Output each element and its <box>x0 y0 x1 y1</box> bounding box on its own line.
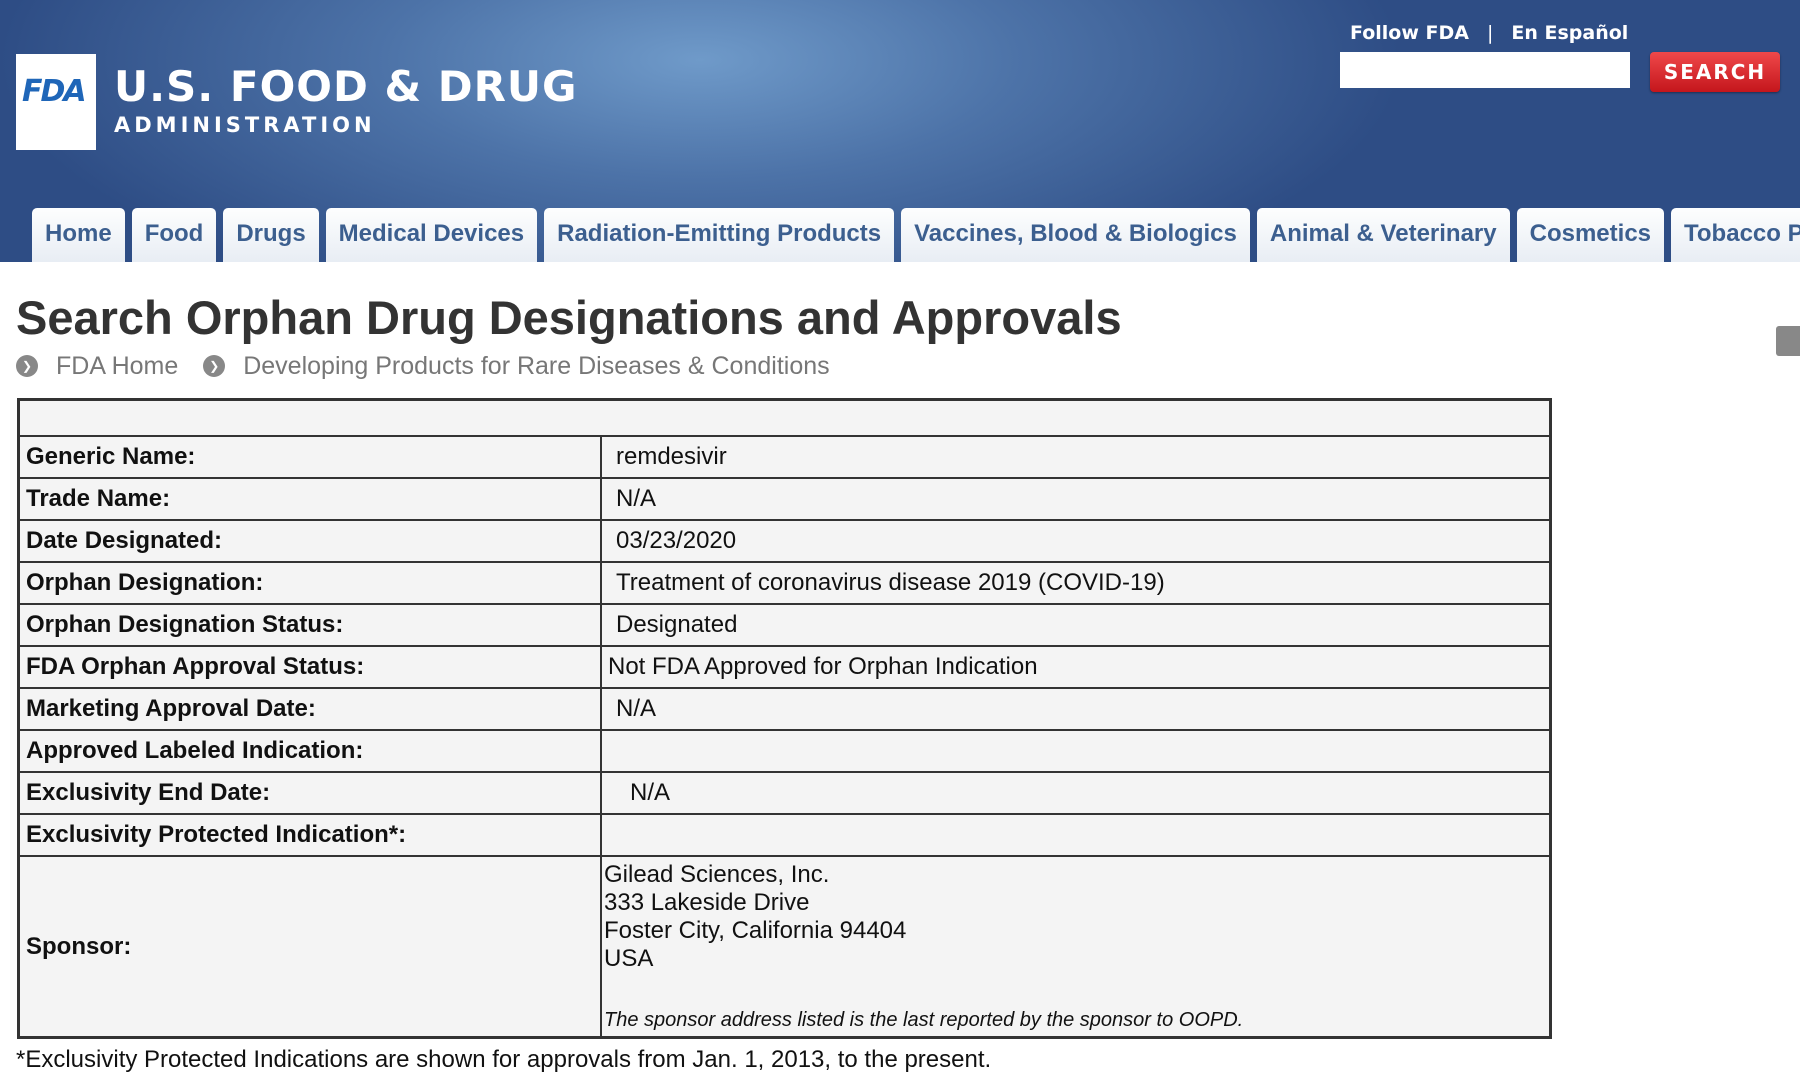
row-label: Trade Name: <box>19 478 601 520</box>
top-links: Follow FDA | En Español <box>1350 22 1628 44</box>
table-header-cell <box>19 400 1550 436</box>
table-row: Exclusivity End Date: N/A <box>19 772 1550 814</box>
row-label: Date Designated: <box>19 520 601 562</box>
row-label: Exclusivity End Date: <box>19 772 601 814</box>
tab-animal-veterinary[interactable]: Animal & Veterinary <box>1256 208 1510 262</box>
sponsor-row: Sponsor: Gilead Sciences, Inc. 333 Lakes… <box>19 856 1550 1037</box>
row-label: Orphan Designation Status: <box>19 604 601 646</box>
fda-logo-text: FDA <box>22 74 87 109</box>
row-value <box>601 730 1550 772</box>
agency-subtitle: ADMINISTRATION <box>114 113 376 137</box>
table-row: FDA Orphan Approval Status: Not FDA Appro… <box>19 646 1550 688</box>
table-row: Orphan Designation: Treatment of coronavi… <box>19 562 1550 604</box>
breadcrumb-rare-diseases[interactable]: Developing Products for Rare Diseases & … <box>243 352 829 381</box>
agency-name[interactable]: U.S. FOOD & DRUG <box>114 62 578 111</box>
breadcrumb: ❯ FDA Home ❯ Developing Products for Rare … <box>16 348 848 381</box>
sponsor-name: Gilead Sciences, Inc. <box>604 861 830 888</box>
tab-vaccines-blood-biologics[interactable]: Vaccines, Blood & Biologics <box>901 208 1250 262</box>
table-row: Orphan Designation Status: Designated <box>19 604 1550 646</box>
sponsor-country: USA <box>604 945 654 972</box>
row-value: Not FDA Approved for Orphan Indication <box>601 646 1550 688</box>
search-input[interactable] <box>1340 52 1630 88</box>
site-header: FDA U.S. FOOD & DRUG ADMINISTRATION Foll… <box>0 0 1800 262</box>
row-value <box>601 814 1550 856</box>
tab-home[interactable]: Home <box>32 208 125 262</box>
page-title: Search Orphan Drug Designations and Appr… <box>16 291 1122 344</box>
designation-details-table: Generic Name: remdesivir Trade Name: N/A D… <box>17 398 1552 1039</box>
breadcrumb-item[interactable]: ❯ Developing Products for Rare Diseases &… <box>203 352 830 381</box>
en-espanol-link[interactable]: En Español <box>1511 22 1628 44</box>
tab-cosmetics[interactable]: Cosmetics <box>1516 208 1665 262</box>
table-row: Marketing Approval Date: N/A <box>19 688 1550 730</box>
row-label: Generic Name: <box>19 436 601 478</box>
chevron-right-icon: ❯ <box>203 355 226 377</box>
row-label: Approved Labeled Indication: <box>19 730 601 772</box>
sponsor-note: The sponsor address listed is the last r… <box>604 1009 1244 1031</box>
table-row: Approved Labeled Indication: <box>19 730 1550 772</box>
fda-logo[interactable]: FDA <box>16 54 96 150</box>
tab-medical-devices[interactable]: Medical Devices <box>325 208 538 262</box>
search-button[interactable]: SEARCH <box>1650 52 1780 92</box>
table-row: Trade Name: N/A <box>19 478 1550 520</box>
print-icon[interactable] <box>1776 326 1800 356</box>
sponsor-street: 333 Lakeside Drive <box>604 889 810 916</box>
row-value: N/A <box>601 772 1550 814</box>
exclusivity-footnote: *Exclusivity Protected Indications are s… <box>16 1046 992 1073</box>
table-header-row <box>19 400 1550 436</box>
top-links-separator: | <box>1486 22 1494 44</box>
row-value: Treatment of coronavirus disease 2019 (C… <box>601 562 1550 604</box>
row-value: 03/23/2020 <box>601 520 1550 562</box>
row-label: Exclusivity Protected Indication*: <box>19 814 601 856</box>
main-nav: Home Food Drugs Medical Devices Radiation-Em… <box>32 208 1800 262</box>
tab-radiation-emitting-products[interactable]: Radiation-Emitting Products <box>544 208 895 262</box>
row-value: N/A <box>601 688 1550 730</box>
table-row: Generic Name: remdesivir <box>19 436 1550 478</box>
tab-drugs[interactable]: Drugs <box>223 208 319 262</box>
row-label: FDA Orphan Approval Status: <box>19 646 601 688</box>
row-label: Marketing Approval Date: <box>19 688 601 730</box>
sponsor-city: Foster City, California 94404 <box>604 917 907 944</box>
follow-fda-link[interactable]: Follow FDA <box>1350 22 1469 44</box>
row-label: Orphan Designation: <box>19 562 601 604</box>
sponsor-label: Sponsor: <box>19 856 601 1037</box>
row-value: N/A <box>601 478 1550 520</box>
row-value: remdesivir <box>601 436 1550 478</box>
table-row: Date Designated: 03/23/2020 <box>19 520 1550 562</box>
table-row: Exclusivity Protected Indication*: <box>19 814 1550 856</box>
breadcrumb-fda-home[interactable]: FDA Home <box>56 352 178 381</box>
tab-food[interactable]: Food <box>131 208 217 262</box>
sponsor-value: Gilead Sciences, Inc. 333 Lakeside Drive… <box>601 856 1550 1037</box>
row-value: Designated <box>601 604 1550 646</box>
tab-tobacco-products[interactable]: Tobacco Products <box>1671 208 1800 262</box>
chevron-right-icon: ❯ <box>16 355 38 377</box>
breadcrumb-item[interactable]: ❯ FDA Home <box>16 352 178 381</box>
